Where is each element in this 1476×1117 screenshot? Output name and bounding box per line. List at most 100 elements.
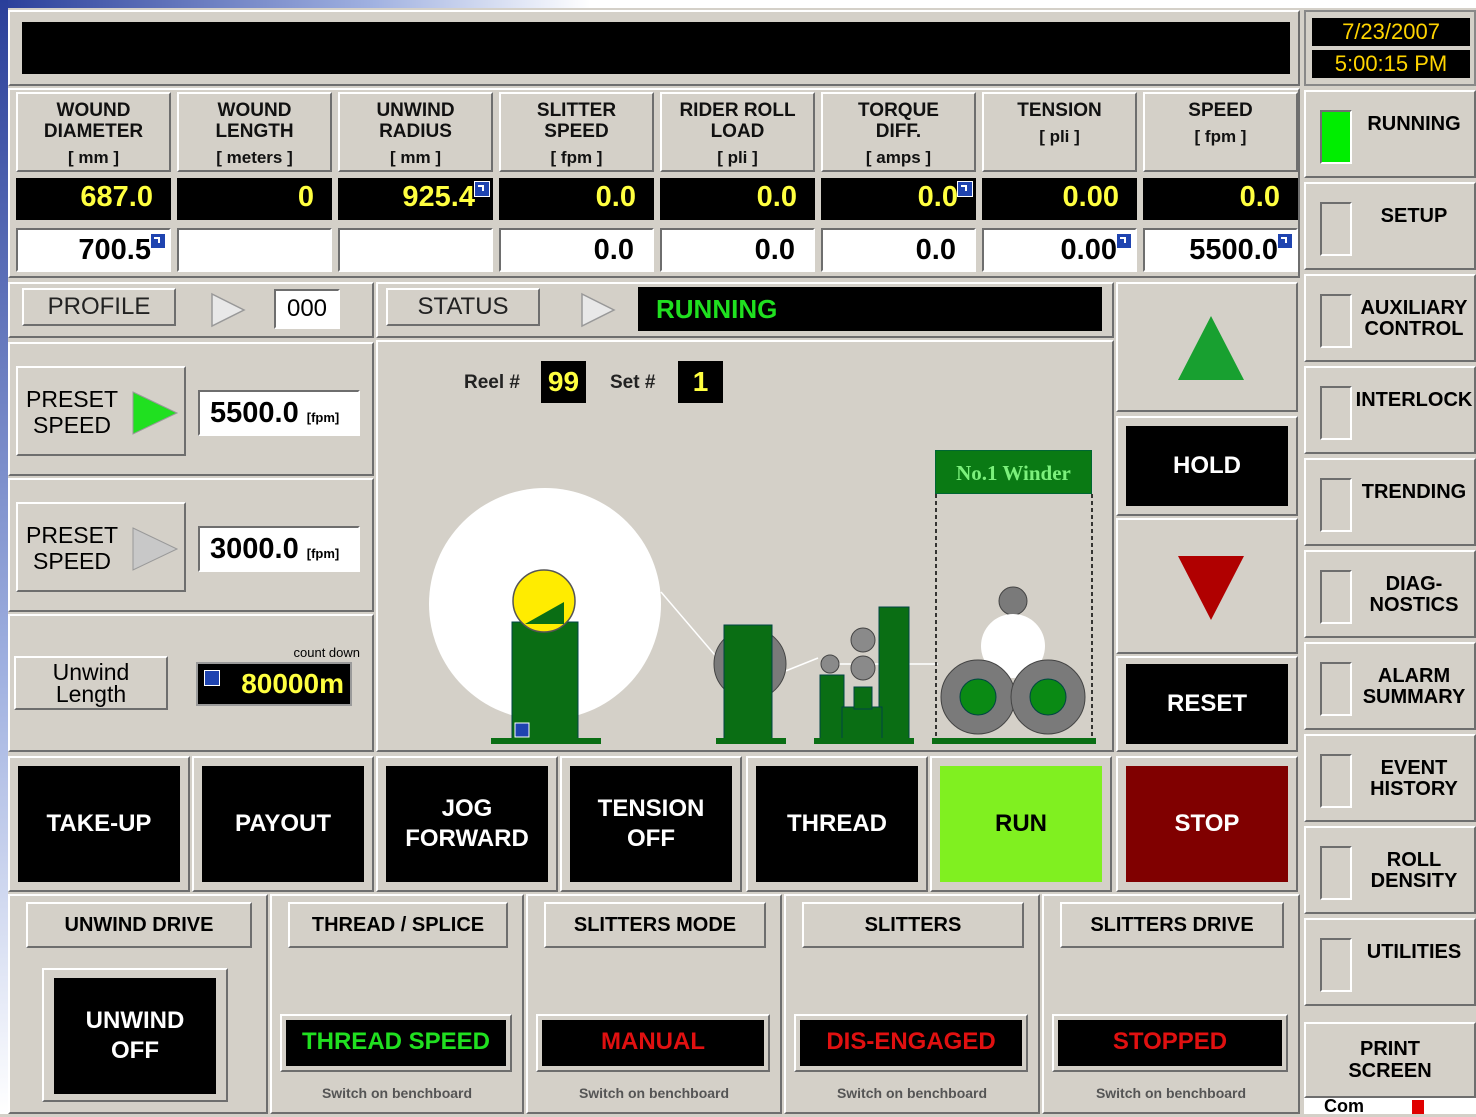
actual-value-text: 0.0 (917, 181, 958, 213)
group-status: MANUAL (542, 1020, 764, 1066)
jog-forward-button[interactable]: JOG FORWARD (386, 766, 548, 882)
drum-right-hub (1029, 678, 1067, 716)
window-left-gradient (0, 0, 8, 1114)
setpoint-value-text: 0.0 (754, 234, 795, 266)
payout-button[interactable]: PAYOUT (202, 766, 364, 882)
web-line (782, 657, 819, 673)
preset-speed-unit: [fpm] (306, 546, 340, 561)
take-up-button[interactable]: TAKE-UP (18, 766, 180, 882)
tension-off-button[interactable]: TENSION OFF (570, 766, 732, 882)
nav-setup[interactable]: SETUP (1304, 182, 1476, 270)
speed-up-button[interactable] (1116, 282, 1298, 412)
preset-speed-unit: [fpm] (306, 410, 340, 425)
message-bar (22, 22, 1290, 74)
nav-label: EVENT HISTORY (1370, 757, 1458, 800)
unwind-off-button[interactable]: UNWIND OFF (54, 978, 216, 1094)
actual-value-text: 687.0 (80, 181, 153, 213)
column-label: SLITTER SPEED (536, 100, 617, 142)
column-setpoint-field[interactable]: 700.5 (16, 228, 171, 272)
column-unit: [ fpm ] (1194, 127, 1247, 146)
slitter-base (814, 738, 914, 744)
unwind-length-field[interactable]: 80000m (196, 662, 352, 706)
group-note: Switch on benchboard (836, 1085, 988, 1101)
column-label: RIDER ROLL LOAD (679, 100, 796, 142)
column-actual-value: 0.0 (821, 178, 976, 220)
column-setpoint-field[interactable]: 0.00 (982, 228, 1137, 272)
column-setpoint-field[interactable] (177, 228, 332, 272)
profile-arrow-icon (211, 292, 246, 328)
status-arrow-icon (581, 292, 616, 328)
nav-trending[interactable]: TRENDING (1304, 458, 1476, 546)
link-icon[interactable] (1277, 233, 1293, 249)
nav-label: UTILITIES (1366, 941, 1462, 963)
thread-button[interactable]: THREAD (756, 766, 918, 882)
run-button[interactable]: RUN (940, 766, 1102, 882)
actual-value-text: 0.00 (1062, 181, 1119, 213)
print-screen-label: PRINT SCREEN (1348, 1038, 1432, 1082)
preset-speed-button[interactable]: PRESET SPEED (16, 502, 186, 592)
link-icon[interactable] (1116, 233, 1132, 249)
column-setpoint-field[interactable]: 0.0 (499, 228, 654, 272)
setpoint-value-text: 0.0 (593, 234, 634, 266)
nav-label: RUNNING (1367, 113, 1461, 135)
countdown-caption: count down (293, 645, 361, 660)
nav-utilities[interactable]: UTILITIES (1304, 918, 1476, 1006)
preset-speed-label: PRESET SPEED (26, 522, 119, 574)
column-label: SPEED (1188, 100, 1253, 121)
preset-speed-value: 3000.0 (210, 533, 299, 565)
column-unit: [ mm ] (390, 148, 441, 167)
column-setpoint-field[interactable]: 0.0 (660, 228, 815, 272)
status-value: RUNNING (638, 287, 1102, 331)
status-lamp-icon (1320, 386, 1352, 440)
column-unit: [ amps ] (865, 148, 932, 167)
preset-speed-button[interactable]: PRESET SPEED (16, 366, 186, 456)
nav-running[interactable]: RUNNING (1304, 90, 1476, 178)
status-lamp-icon (1320, 294, 1352, 348)
reset-button[interactable]: RESET (1126, 664, 1288, 744)
preset-speed-field[interactable]: 5500.0 [fpm] (198, 390, 360, 436)
date-display: 7/23/2007 (1312, 18, 1470, 46)
column-actual-value: 0.0 (660, 178, 815, 220)
setpoint-value-text: 5500.0 (1189, 234, 1278, 266)
com-status: Com (1304, 1096, 1476, 1116)
nav-auxiliary-control[interactable]: AUXILIARY CONTROL (1304, 274, 1476, 362)
column-unit: [ pli ] (1039, 127, 1080, 146)
column-header: SPEED [ fpm ] (1143, 92, 1298, 172)
nav-diag-nostics[interactable]: DIAG- NOSTICS (1304, 550, 1476, 638)
window-top-gradient (0, 0, 1476, 8)
hold-button[interactable]: HOLD (1126, 426, 1288, 506)
group-note: Switch on benchboard (578, 1085, 730, 1101)
speed-down-button[interactable] (1116, 518, 1298, 654)
link-icon[interactable] (150, 233, 166, 249)
status-lamp-icon (1320, 846, 1352, 900)
nav-label: AUXILIARY CONTROL (1360, 297, 1468, 340)
link-icon (204, 670, 220, 686)
setpoint-value-text: 0.0 (915, 234, 956, 266)
column-unit: [ fpm ] (550, 148, 603, 167)
nav-roll-density[interactable]: ROLL DENSITY (1304, 826, 1476, 914)
column-label: TENSION (1017, 100, 1102, 121)
preset-speed-field[interactable]: 3000.0 [fpm] (198, 526, 360, 572)
column-actual-value: 0 (177, 178, 332, 220)
nav-interlock[interactable]: INTERLOCK (1304, 366, 1476, 454)
column-setpoint-field[interactable] (338, 228, 493, 272)
profile-value-field[interactable]: 000 (274, 289, 340, 329)
link-icon[interactable] (957, 181, 973, 197)
column-setpoint-field[interactable]: 5500.0 (1143, 228, 1298, 272)
column-unit: [ meters ] (216, 148, 293, 167)
nav-event-history[interactable]: EVENT HISTORY (1304, 734, 1476, 822)
drum-left-hub (959, 678, 997, 716)
column-setpoint-field[interactable]: 0.0 (821, 228, 976, 272)
link-icon[interactable] (474, 181, 490, 197)
group-title: SLITTERS (802, 902, 1024, 948)
status-lamp-icon (1320, 662, 1352, 716)
column-header: RIDER ROLL LOAD [ pli ] (660, 92, 815, 172)
column-actual-value: 0.00 (982, 178, 1137, 220)
stop-button[interactable]: STOP (1126, 766, 1288, 882)
column-header: TORQUE DIFF. [ amps ] (821, 92, 976, 172)
nav-alarm-summary[interactable]: ALARM SUMMARY (1304, 642, 1476, 730)
column-header: WOUND LENGTH [ meters ] (177, 92, 332, 172)
column-actual-value: 0.0 (499, 178, 654, 220)
column-actual-value: 687.0 (16, 178, 171, 220)
print-screen-button[interactable]: PRINT SCREEN (1304, 1022, 1476, 1098)
